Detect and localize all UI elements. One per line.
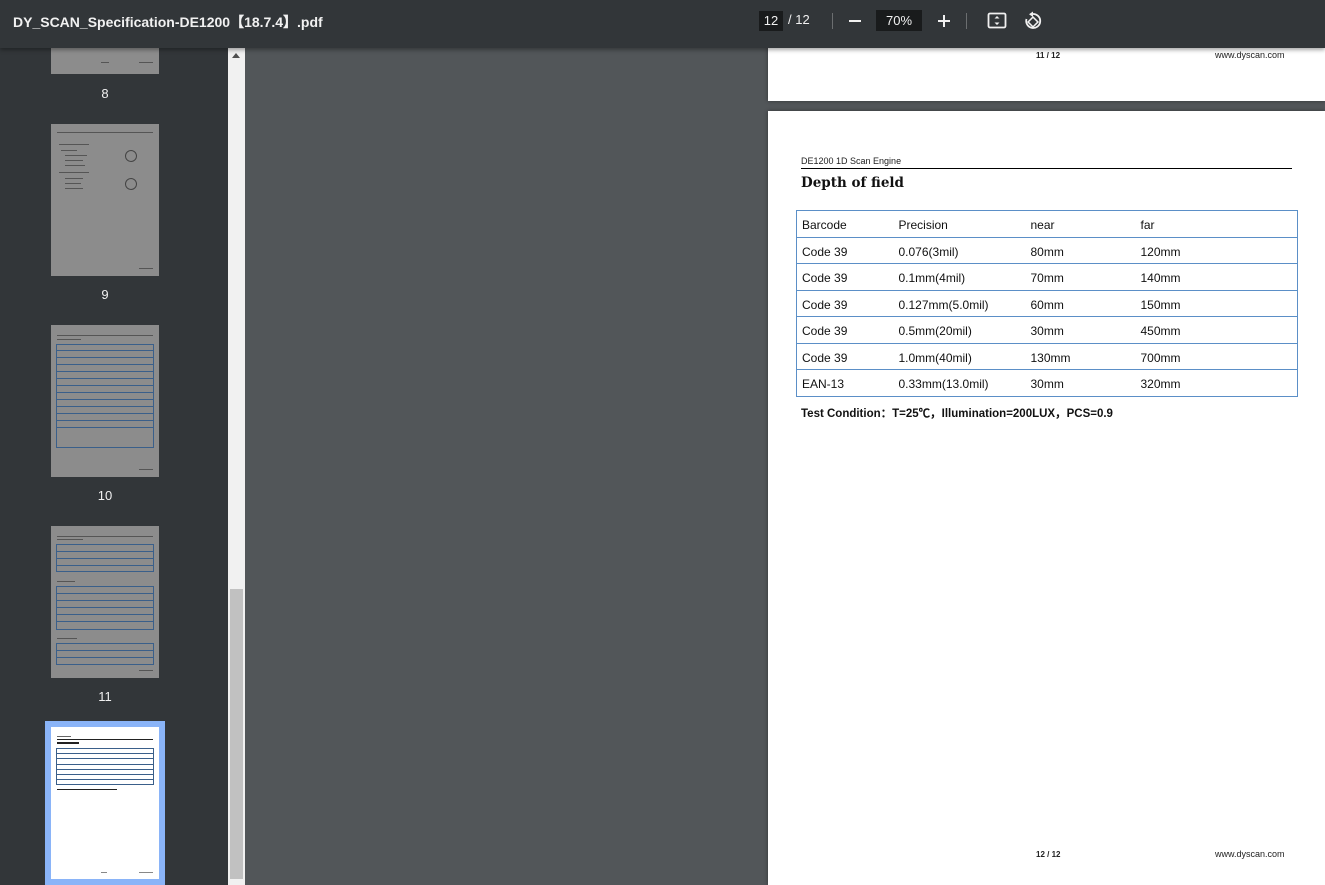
- table-cell: 0.1mm(4mil): [893, 263, 1026, 291]
- table-cell: 30mm: [1025, 316, 1136, 344]
- table-row: Code 39 0.076(3mil) 80mm 120mm: [796, 237, 1298, 264]
- table-cell: 0.127mm(5.0mil): [893, 290, 1026, 317]
- column-header: far: [1135, 210, 1298, 238]
- zoom-out-button[interactable]: [841, 8, 869, 34]
- thumbnail-image: [51, 526, 159, 678]
- table-row: Code 39 1.0mm(40mil) 130mm 700mm: [796, 343, 1298, 370]
- thumbnail-label: 8: [101, 86, 109, 101]
- table-cell: 60mm: [1025, 290, 1136, 317]
- test-condition-note: Test Condition：T=25℃，Illumination=200LUX…: [801, 408, 1113, 420]
- table-cell: 120mm: [1135, 237, 1298, 264]
- fit-page-button[interactable]: [983, 8, 1011, 34]
- table-cell: Code 39: [796, 316, 894, 344]
- thumbnail-image: [51, 727, 159, 879]
- page-total: / 12: [788, 12, 810, 27]
- pdf-toolbar: DY_SCAN_Specification-DE1200【18.7.4】.pdf…: [0, 0, 1325, 48]
- table-header-row: Barcode Precision near far: [796, 210, 1298, 238]
- table-cell: Code 39: [796, 263, 894, 291]
- table-cell: 140mm: [1135, 263, 1298, 291]
- table-cell: 70mm: [1025, 263, 1136, 291]
- table-row: Code 39 0.1mm(4mil) 70mm 140mm: [796, 263, 1298, 291]
- table-cell: 320mm: [1140, 377, 1181, 392]
- minus-icon: [849, 20, 861, 22]
- page-footer-website: www.dyscan.com: [1215, 849, 1285, 859]
- thumbnail-label: 10: [97, 488, 113, 503]
- zoom-in-button[interactable]: [930, 8, 958, 34]
- thumbnail-page-12[interactable]: [51, 727, 159, 879]
- page-footer-website: www.dyscan.com: [1215, 50, 1285, 60]
- thumbnail-page-9[interactable]: [51, 124, 159, 276]
- table-cell: 450mm: [1135, 316, 1298, 344]
- thumbnail-page-10[interactable]: [51, 325, 159, 477]
- scroll-up-arrow-icon[interactable]: [232, 53, 240, 58]
- fit-page-icon: [987, 12, 1007, 29]
- thumbnail-image: [51, 325, 159, 477]
- column-header: near: [1025, 210, 1136, 238]
- zoom-level-input[interactable]: 70%: [876, 10, 922, 31]
- thumbnail-sidebar: 8 9 10 11: [0, 48, 228, 885]
- rotate-button[interactable]: [1019, 8, 1047, 34]
- rotate-icon: [1025, 11, 1042, 29]
- table-cell: Code 39: [796, 290, 894, 317]
- toolbar-divider: [966, 13, 967, 29]
- sidebar-scrollbar[interactable]: [228, 48, 245, 885]
- table-cell: EAN-13: [802, 377, 845, 392]
- table-cell: Code 39: [796, 237, 894, 264]
- table-cell: 30mm: [1030, 377, 1064, 392]
- table-row: Code 39 0.127mm(5.0mil) 60mm 150mm: [796, 290, 1298, 317]
- table-cell: 0.076(3mil): [893, 237, 1026, 264]
- column-header: Precision: [893, 210, 1026, 238]
- column-header: Barcode: [796, 210, 894, 238]
- table-cell: Code 39: [796, 343, 894, 370]
- thumbnail-page-11[interactable]: [51, 526, 159, 678]
- table-cell: 150mm: [1135, 290, 1298, 317]
- section-heading: Depth of field: [801, 175, 904, 191]
- toolbar-divider: [832, 13, 833, 29]
- page-header: DE1200 1D Scan Engine: [801, 156, 902, 166]
- table-cell: 0.33mm(13.0mil): [898, 377, 989, 392]
- table-cell: 80mm: [1025, 237, 1136, 264]
- table-cell: 1.0mm(40mil): [893, 343, 1026, 370]
- thumbnail-label: 9: [101, 287, 109, 302]
- header-rule: [801, 168, 1292, 169]
- plus-icon: [938, 15, 950, 27]
- table-cell: 700mm: [1135, 343, 1298, 370]
- table-row: Code 39 0.5mm(20mil) 30mm 450mm: [796, 316, 1298, 344]
- table-cell: 0.5mm(20mil): [893, 316, 1026, 344]
- page-number-input[interactable]: 12: [759, 11, 783, 31]
- page-footer-number: 12 / 12: [1036, 850, 1061, 859]
- table-row: EAN-13 0.33mm(13.0mil) 30mm 320mm: [797, 370, 1298, 397]
- table-cell: 130mm: [1025, 343, 1136, 370]
- document-title: DY_SCAN_Specification-DE1200【18.7.4】.pdf: [13, 14, 323, 30]
- thumbnail-label: 11: [98, 689, 112, 704]
- depth-of-field-table: Barcode Precision near far Code 39 0.076…: [796, 210, 1298, 397]
- thumbnail-image: [51, 124, 159, 276]
- thumbnail-image: [51, 48, 159, 74]
- scrollbar-thumb[interactable]: [230, 589, 243, 879]
- pdf-page-12: DE1200 1D Scan Engine Depth of field Bar…: [768, 111, 1325, 885]
- thumbnail-page-8[interactable]: [51, 48, 159, 74]
- page-footer-number: 11 / 12: [1036, 51, 1061, 60]
